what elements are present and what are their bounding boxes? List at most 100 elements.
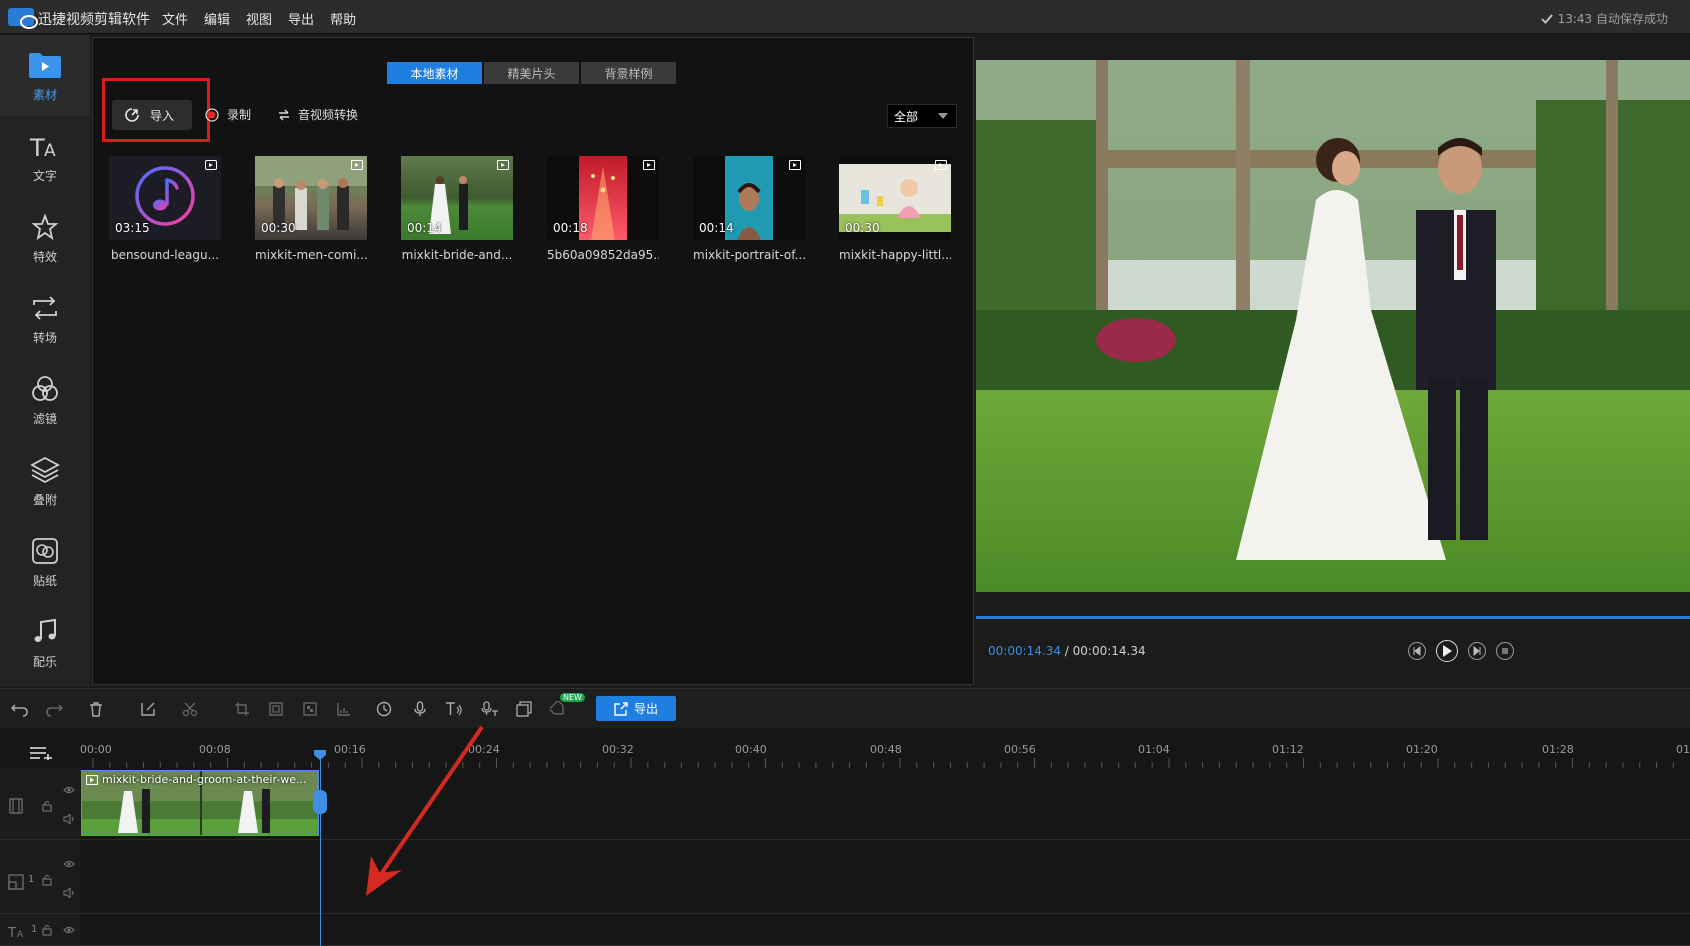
marker-button[interactable] [548, 699, 568, 719]
tick-label: 01 [1676, 743, 1690, 756]
app-logo [8, 8, 38, 29]
text-to-speech-button[interactable] [444, 699, 464, 719]
add-track-button[interactable] [30, 746, 52, 764]
step-forward-icon [1473, 646, 1481, 656]
filter-select[interactable]: 全部 [887, 104, 957, 128]
tab-local-media[interactable]: 本地素材 [387, 62, 482, 84]
sidebar-item-media[interactable]: 素材 [0, 35, 90, 116]
clock-icon [376, 701, 392, 717]
sidebar-item-effects[interactable]: 特效 [0, 197, 90, 278]
media-item[interactable]: 00:30 mixkit-happy-littl... [839, 156, 951, 262]
tab-backgrounds[interactable]: 背景样例 [581, 62, 676, 84]
record-button[interactable]: 录制 [205, 106, 251, 123]
eye-icon[interactable] [63, 860, 75, 868]
volume-icon[interactable] [63, 814, 75, 824]
media-name: bensound-leagu... [110, 248, 220, 262]
volume-icon[interactable] [63, 888, 75, 898]
media-item[interactable]: 00:14 mixkit-portrait-of... [693, 156, 805, 262]
track-number: 1 [28, 874, 35, 885]
bars-icon [337, 703, 350, 716]
layers-icon [28, 453, 62, 487]
eye-icon[interactable] [63, 786, 75, 794]
sidebar-item-text[interactable]: TA 文字 [0, 116, 90, 197]
sidebar-item-music[interactable]: 配乐 [0, 602, 90, 683]
stop-button[interactable] [1496, 642, 1514, 660]
edit-button[interactable] [138, 699, 158, 719]
media-item[interactable]: 00:18 5b60a09852da95... [547, 156, 659, 262]
time-ruler[interactable]: 00:00 00:08 00:16 00:24 00:32 00:40 00:4… [80, 728, 1690, 768]
media-item[interactable]: 00:14 mixkit-bride-and... [401, 156, 513, 262]
tick-label: 00:08 [199, 743, 231, 756]
sidebar-item-overlay[interactable]: 叠附 [0, 440, 90, 521]
undo-button[interactable] [10, 699, 30, 719]
next-frame-button[interactable] [1468, 642, 1486, 660]
transition-icon [28, 291, 62, 325]
video-track-header [0, 768, 80, 840]
playback-progress-bar[interactable] [976, 616, 1690, 619]
voiceover-button[interactable] [410, 699, 430, 719]
sidebar-item-sticker[interactable]: 贴纸 [0, 521, 90, 602]
timeline-video-clip[interactable]: mixkit-bride-and-groom-at-their-we... [81, 770, 319, 836]
tick-label: 00:48 [870, 743, 902, 756]
media-duration: 00:30 [261, 221, 296, 235]
step-back-icon [1413, 646, 1421, 656]
film-icon[interactable] [9, 798, 23, 814]
sidebar-item-filter[interactable]: 滤镜 [0, 359, 90, 440]
video-preview[interactable] [976, 60, 1690, 592]
sidebar-item-label: 转场 [32, 331, 57, 345]
overlay-track[interactable] [80, 840, 1690, 914]
add-track-icon [30, 747, 52, 760]
svg-text:A: A [44, 141, 56, 160]
total-time: 00:00:14.34 [1072, 644, 1146, 658]
convert-label: 音视频转换 [298, 108, 359, 122]
menu-item-file[interactable]: 文件 [162, 9, 188, 28]
menu-item-export[interactable]: 导出 [288, 9, 314, 28]
text-icon: TA [28, 129, 62, 163]
lock-icon[interactable] [42, 800, 52, 812]
previous-frame-button[interactable] [1408, 642, 1426, 660]
resize-icon [269, 702, 283, 716]
crop-button[interactable] [232, 699, 252, 719]
svg-text:A: A [17, 930, 24, 938]
record-icon [205, 107, 219, 122]
redo-button[interactable] [44, 699, 64, 719]
text-track[interactable] [80, 914, 1690, 946]
tab-intros[interactable]: 精美片头 [484, 62, 579, 84]
playhead-line[interactable] [320, 756, 321, 946]
video-type-icon [497, 160, 509, 170]
lock-icon[interactable] [42, 924, 52, 936]
current-time: 00:00:14.34 [988, 644, 1061, 658]
play-icon [1443, 645, 1452, 657]
menu-item-view[interactable]: 视图 [246, 9, 272, 28]
lock-icon[interactable] [42, 874, 52, 886]
audio-level-button[interactable] [334, 699, 354, 719]
overlay-track-header: 1 [0, 840, 80, 914]
export-button[interactable]: 导出 [596, 696, 676, 721]
track-number: 1 [31, 924, 38, 935]
menu-item-help[interactable]: 帮助 [330, 9, 356, 28]
eye-icon[interactable] [63, 926, 75, 934]
filter-select-value: 全部 [894, 109, 919, 124]
undo-icon [11, 704, 28, 717]
picture-in-picture-button[interactable] [514, 699, 534, 719]
media-item[interactable]: 00:30 mixkit-men-comi... [255, 156, 367, 262]
chevron-down-icon [938, 113, 948, 119]
media-duration: 00:14 [407, 221, 442, 235]
crop-icon [235, 702, 249, 716]
tick-label: 00:56 [1004, 743, 1036, 756]
play-button[interactable] [1436, 640, 1458, 662]
trash-icon [90, 702, 102, 717]
media-item[interactable]: 03:15 bensound-leagu... [109, 156, 221, 262]
split-button[interactable] [180, 699, 200, 719]
convert-button[interactable]: 音视频转换 [277, 106, 358, 123]
media-panel: 本地素材 精美片头 背景样例 导入 录制 音视频转换 全部 03:15 bens [92, 37, 974, 685]
delete-button[interactable] [86, 699, 106, 719]
speed-button[interactable] [374, 699, 394, 719]
sidebar-item-transition[interactable]: 转场 [0, 278, 90, 359]
speech-to-text-button[interactable] [480, 699, 500, 719]
resize-button[interactable] [266, 699, 286, 719]
menu-item-edit[interactable]: 编辑 [204, 9, 230, 28]
folder-play-icon [28, 48, 62, 82]
mosaic-button[interactable] [300, 699, 320, 719]
convert-icon [279, 109, 289, 120]
